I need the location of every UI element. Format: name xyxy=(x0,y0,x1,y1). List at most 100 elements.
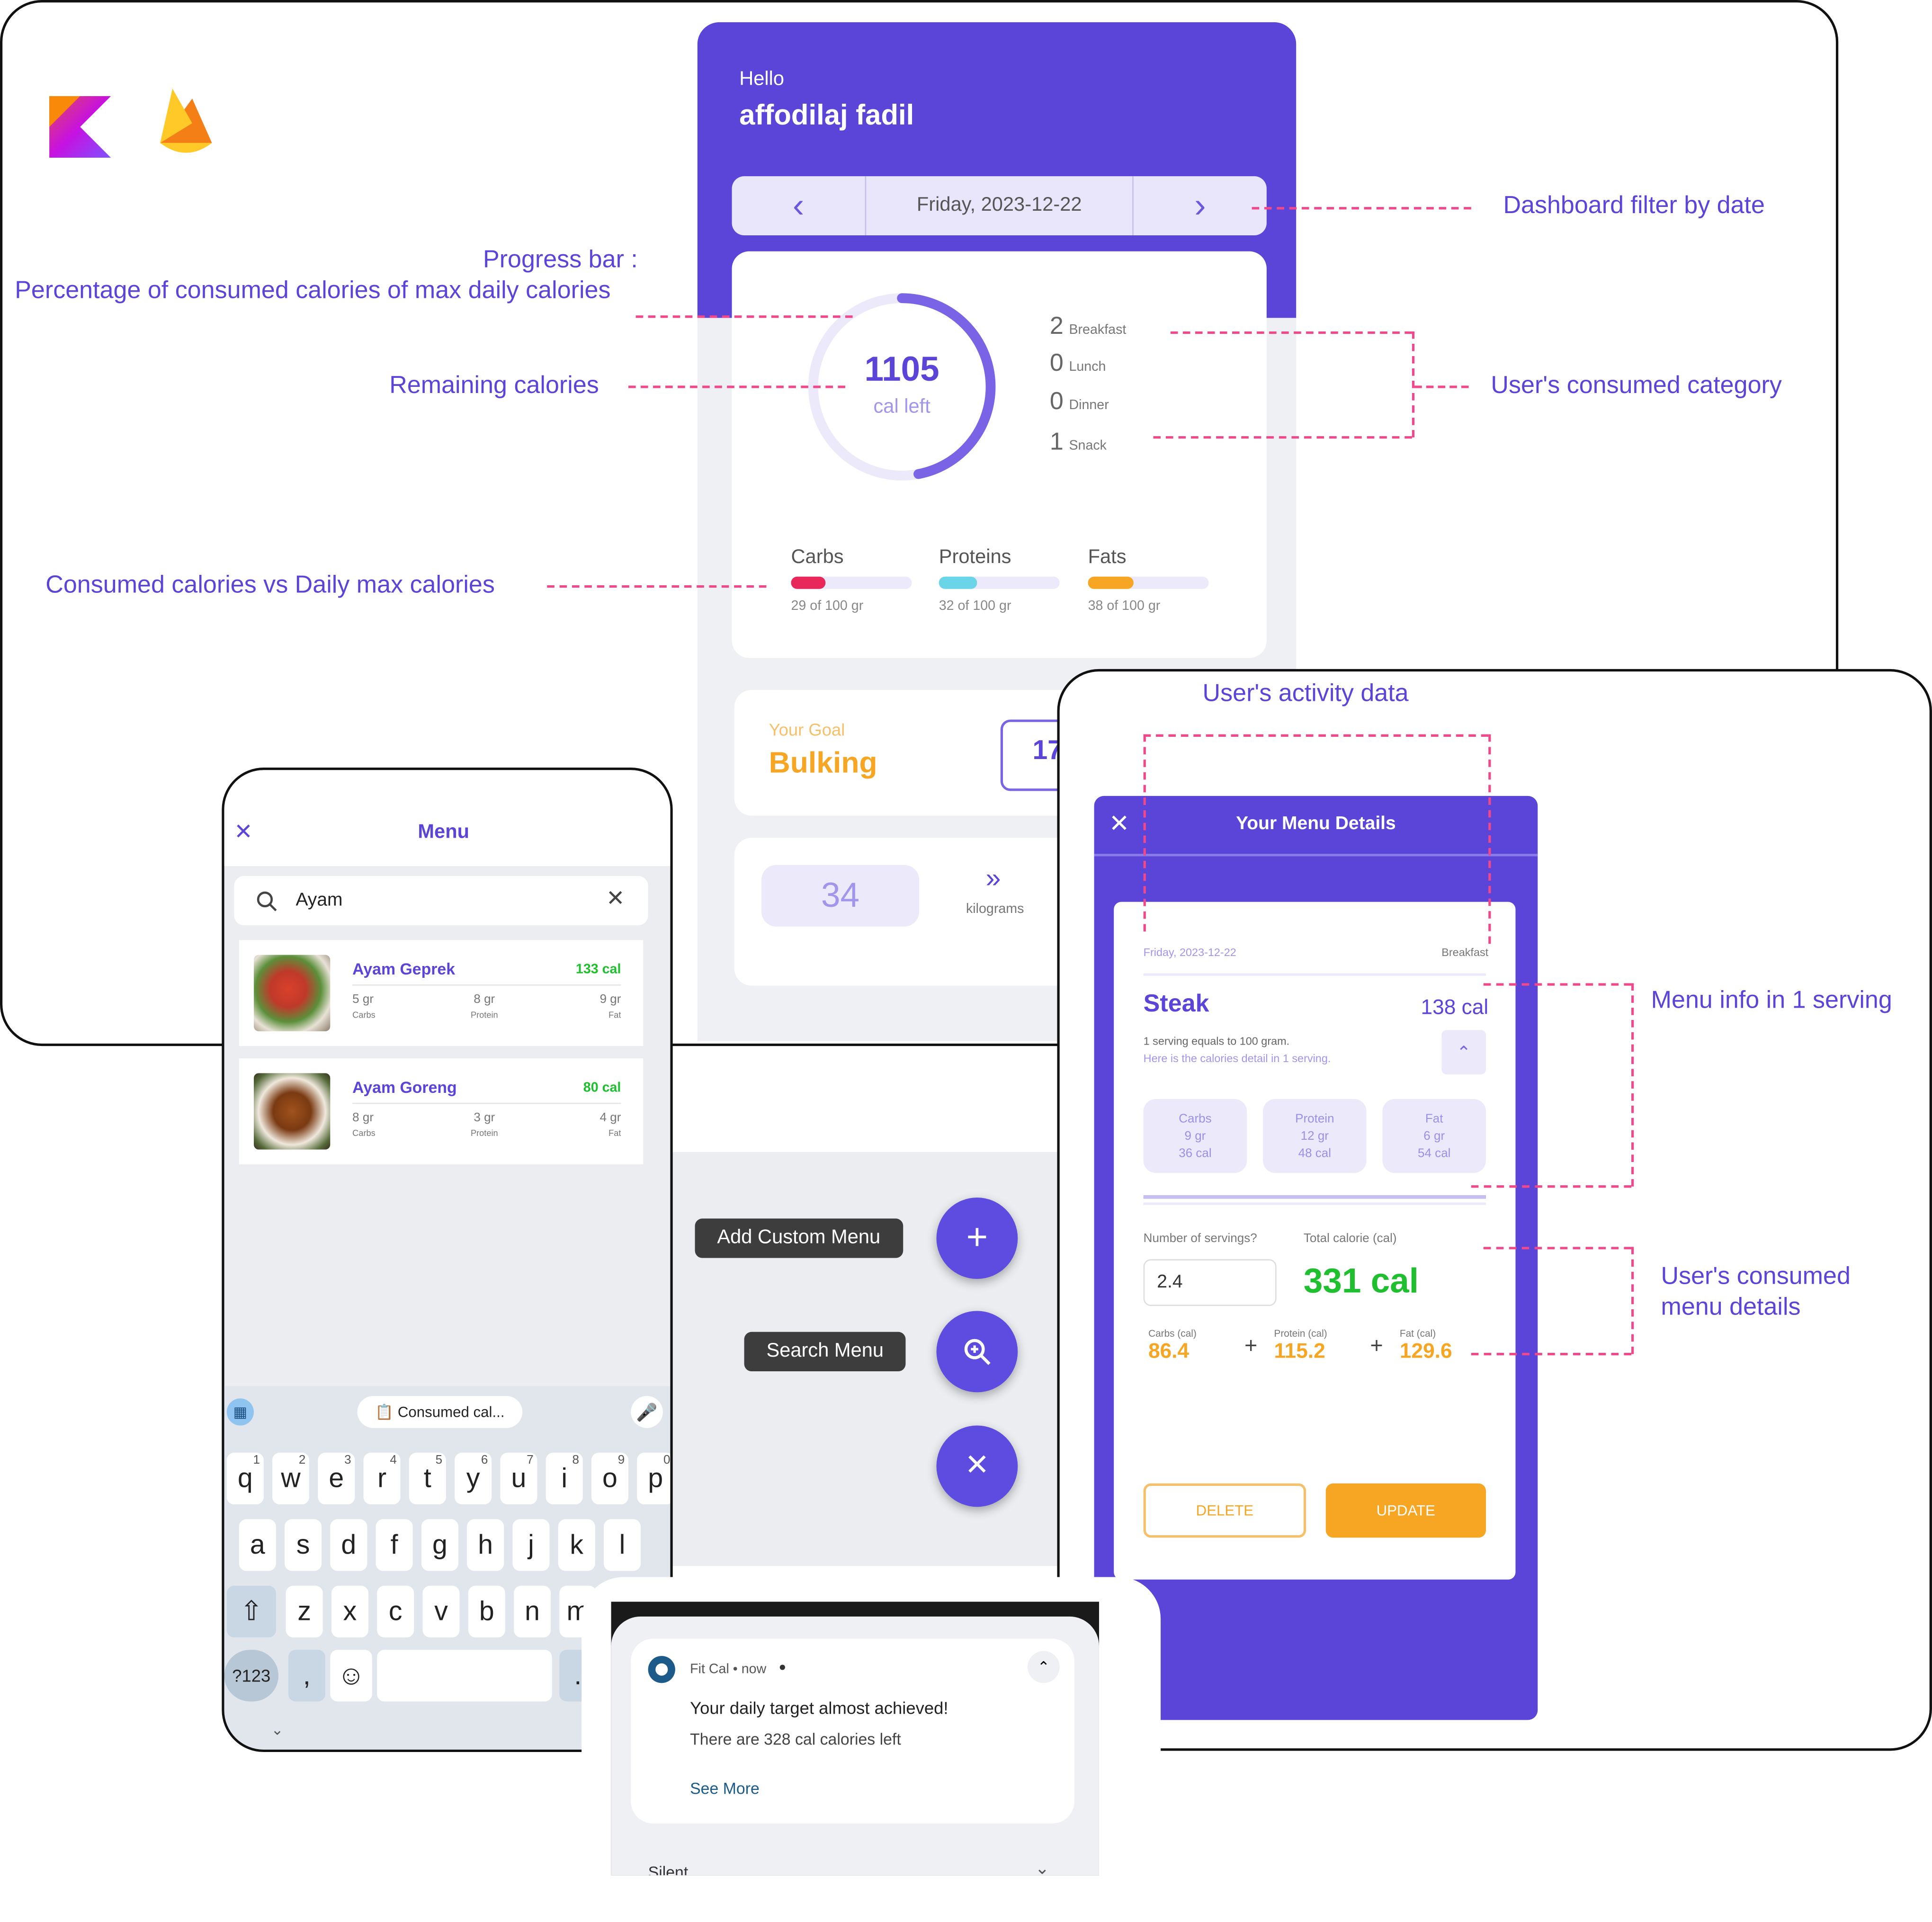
update-button[interactable]: UPDATE xyxy=(1325,1483,1486,1538)
key-l[interactable]: l xyxy=(603,1519,641,1571)
macro-detail: 32 of 100 gr xyxy=(939,599,1011,614)
apps-grid-icon[interactable]: ▦ xyxy=(226,1398,254,1426)
key-u[interactable]: u7 xyxy=(500,1452,537,1505)
close-fab-button[interactable]: ✕ xyxy=(936,1425,1018,1507)
key-n[interactable]: n xyxy=(514,1585,551,1638)
key-letter: u xyxy=(511,1462,527,1493)
nutrient-name: Fat xyxy=(1425,1112,1443,1126)
annotation-line xyxy=(1488,734,1491,944)
key-r[interactable]: r4 xyxy=(363,1452,401,1505)
key-e[interactable]: e3 xyxy=(318,1452,355,1505)
key-j[interactable]: j xyxy=(512,1519,550,1571)
key-i[interactable]: i8 xyxy=(546,1452,583,1505)
food-name: Steak xyxy=(1143,991,1209,1018)
clipboard-suggestion-chip[interactable]: 📋 Consumed cal... xyxy=(357,1396,523,1428)
space-key[interactable] xyxy=(377,1650,552,1702)
food-calories: 138 cal xyxy=(1421,995,1489,1019)
collapse-button[interactable]: ⌃ xyxy=(1441,1030,1486,1074)
key-g[interactable]: g xyxy=(421,1519,458,1571)
key-hint: 8 xyxy=(572,1454,579,1467)
macro-track xyxy=(939,576,1060,589)
macro-detail: 38 of 100 gr xyxy=(1088,599,1161,614)
key-p[interactable]: p0 xyxy=(637,1452,671,1505)
next-date-button[interactable]: › xyxy=(1134,176,1267,235)
see-more-link[interactable]: See More xyxy=(690,1779,760,1797)
item-divider xyxy=(352,984,621,986)
key-hint: 2 xyxy=(298,1454,306,1467)
section-divider xyxy=(1143,1195,1486,1199)
servings-input[interactable]: 2.4 xyxy=(1143,1259,1277,1306)
prev-date-button[interactable]: ‹ xyxy=(732,176,865,235)
double-chevron-right-icon[interactable]: » xyxy=(986,862,1001,894)
food-fat: 9 gr Fat xyxy=(600,992,621,1024)
macro-label: Fat xyxy=(608,1011,621,1020)
search-menu-button[interactable] xyxy=(936,1311,1018,1393)
clipboard-text: Consumed cal... xyxy=(397,1403,505,1421)
key-y[interactable]: y6 xyxy=(455,1452,492,1505)
breakdown-value: 129.6 xyxy=(1399,1339,1452,1363)
search-input[interactable]: Ayam xyxy=(295,890,342,911)
weight-unit: kilograms xyxy=(966,902,1024,917)
macro-label: Carbs xyxy=(352,1011,376,1020)
entry-date: Friday, 2023-12-22 xyxy=(1143,946,1236,959)
key-t[interactable]: t5 xyxy=(409,1452,446,1505)
expand-icon[interactable]: ⌃ xyxy=(1028,1651,1060,1683)
key-s[interactable]: s xyxy=(285,1519,322,1571)
add-custom-menu-button[interactable]: + xyxy=(936,1198,1018,1279)
notification-card[interactable]: Fit Cal • now ● ⌃ Your daily target almo… xyxy=(631,1638,1074,1824)
key-o[interactable]: o9 xyxy=(591,1452,629,1505)
symbols-key[interactable]: ?123 xyxy=(224,1650,279,1702)
annotation-line xyxy=(1143,734,1489,737)
key-b[interactable]: b xyxy=(468,1585,505,1638)
food-calories: 80 cal xyxy=(583,1080,621,1096)
key-w[interactable]: w2 xyxy=(272,1452,310,1505)
microphone-icon[interactable]: 🎤 xyxy=(631,1396,663,1428)
firebase-icon xyxy=(160,89,212,153)
annotation-line xyxy=(1252,207,1471,210)
key-letter: q xyxy=(237,1462,253,1493)
key-d[interactable]: d xyxy=(330,1519,367,1571)
selected-date[interactable]: Friday, 2023-12-22 xyxy=(866,176,1132,235)
clear-search-icon[interactable]: ✕ xyxy=(606,886,625,912)
emoji-key[interactable]: ☺ xyxy=(330,1650,372,1702)
key-letter: p xyxy=(648,1462,663,1493)
food-list-item[interactable]: Ayam Geprek 133 cal 5 gr Carbs 8 gr Prot… xyxy=(239,940,644,1046)
macro-label: Carbs xyxy=(352,1130,376,1139)
key-hint: 5 xyxy=(435,1454,443,1467)
annotation-progress-desc: Percentage of consumed calories of max d… xyxy=(15,277,611,304)
key-x[interactable]: x xyxy=(331,1585,368,1638)
chevron-up-icon: ⌃ xyxy=(1456,1042,1471,1062)
menu-details-screen: ✕ Your Menu Details Friday, 2023-12-22 B… xyxy=(1094,796,1538,1720)
nutrient-cal: 48 cal xyxy=(1298,1147,1332,1161)
comma-key[interactable]: , xyxy=(288,1650,325,1702)
category-count: 1 xyxy=(1049,429,1064,456)
category-count: 2 xyxy=(1049,313,1064,340)
add-custom-menu-label[interactable]: Add Custom Menu xyxy=(695,1218,903,1258)
key-k[interactable]: k xyxy=(558,1519,595,1571)
key-f[interactable]: f xyxy=(376,1519,413,1571)
key-v[interactable]: v xyxy=(422,1585,460,1638)
search-menu-label[interactable]: Search Menu xyxy=(744,1332,906,1372)
keyboard-collapse-icon[interactable]: ⌄ xyxy=(271,1721,283,1738)
food-name: Ayam Goreng xyxy=(352,1078,457,1097)
notification-app: Fit Cal • now xyxy=(690,1662,767,1677)
nutrient-cal: 54 cal xyxy=(1418,1147,1451,1161)
key-c[interactable]: c xyxy=(377,1585,414,1638)
chevron-down-icon[interactable]: ⌄ xyxy=(1035,1858,1050,1875)
macro-proteins: Proteins 32 of 100 gr xyxy=(939,547,1060,614)
key-h[interactable]: h xyxy=(467,1519,504,1571)
annotation-line xyxy=(1471,1352,1632,1356)
key-q[interactable]: q1 xyxy=(226,1452,264,1505)
header-divider xyxy=(1094,854,1538,857)
macro-value: 9 gr xyxy=(599,993,621,1007)
delete-button[interactable]: DELETE xyxy=(1143,1483,1306,1538)
category-label: Lunch xyxy=(1069,359,1106,375)
app-icon xyxy=(648,1656,675,1683)
key-z[interactable]: z xyxy=(286,1585,323,1638)
search-bar[interactable]: Ayam ✕ xyxy=(234,876,648,926)
key-a[interactable]: a xyxy=(239,1519,276,1571)
goal-value: Bulking xyxy=(769,746,877,780)
nutrient-gr: 6 gr xyxy=(1423,1130,1445,1144)
macro-name: Fats xyxy=(1088,547,1127,568)
food-list-item[interactable]: Ayam Goreng 80 cal 8 gr Carbs 3 gr Prote… xyxy=(239,1058,644,1164)
